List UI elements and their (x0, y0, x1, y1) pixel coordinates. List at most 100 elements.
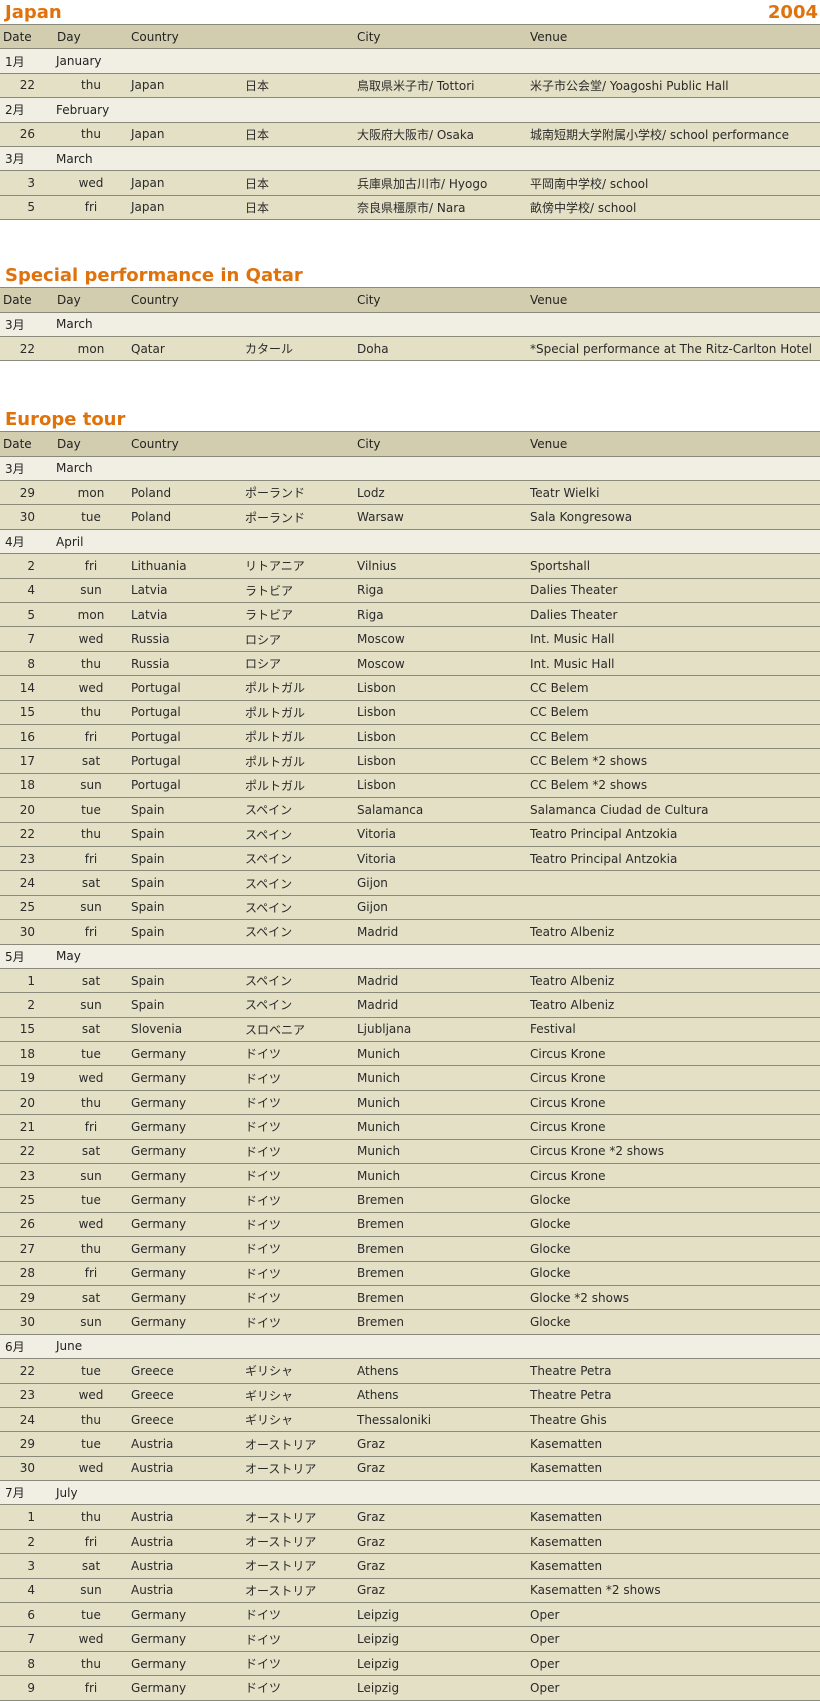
table-row: 15 sat Slovenia スロベニア Ljubljana Festival (0, 1017, 820, 1043)
country-jp-cell: ポルトガル (241, 748, 354, 774)
table-row: 29 sat Germany ドイツ Bremen Glocke *2 shows (0, 1285, 820, 1311)
header-venue: Venue (527, 23, 820, 50)
city-cell: Graz (354, 1456, 527, 1482)
country-cell: Germany (127, 1187, 241, 1213)
month-name: April (55, 529, 820, 555)
city-cell: Vitoria (354, 822, 527, 847)
header-country-jp (241, 23, 354, 50)
table-row: 29 mon Poland ポーランド Lodz Teatr Wielki (0, 480, 820, 506)
table-row: 16 fri Portugal ポルトガル Lisbon CC Belem (0, 724, 820, 750)
country-cell: Poland (127, 504, 241, 530)
country-jp-cell: スペイン (241, 870, 354, 896)
table-row: 28 fri Germany ドイツ Bremen Glocke (0, 1261, 820, 1286)
date-cell: 16 (0, 724, 55, 750)
country-jp-cell: 日本 (241, 195, 354, 221)
table-row: 18 tue Germany ドイツ Munich Circus Krone (0, 1041, 820, 1067)
venue-cell: Teatro Principal Antzokia (527, 822, 820, 847)
table-row: 5 mon Latvia ラトビア Riga Dalies Theater (0, 602, 820, 628)
country-cell: Germany (127, 1236, 241, 1262)
day-cell: wed (55, 626, 127, 652)
country-jp-cell: 日本 (241, 73, 354, 99)
city-cell: Munich (354, 1163, 527, 1189)
table-row: 8 thu Russia ロシア Moscow Int. Music Hall (0, 651, 820, 677)
date-cell: 30 (0, 919, 55, 945)
city-cell: 鳥取県米子市/ Tottori (354, 73, 527, 99)
city-cell: Riga (354, 578, 527, 604)
month-number: 3月 (0, 456, 55, 482)
city-cell: Ljubljana (354, 1017, 527, 1043)
date-cell: 2 (0, 992, 55, 1018)
day-cell: thu (55, 122, 127, 147)
country-cell: Portugal (127, 773, 241, 799)
country-cell: Austria (127, 1431, 241, 1457)
venue-cell: Glocke (527, 1236, 820, 1262)
day-cell: thu (55, 822, 127, 847)
date-cell: 23 (0, 1163, 55, 1189)
table-row: 2 sun Spain スペイン Madrid Teatro Albeniz (0, 992, 820, 1018)
day-cell: fri (55, 553, 127, 579)
month-name: March (55, 146, 820, 172)
day-cell: sat (55, 968, 127, 994)
header-country-jp (241, 431, 354, 457)
country-cell: Russia (127, 651, 241, 677)
header-country: Country (127, 431, 241, 457)
table-row: 30 tue Poland ポーランド Warsaw Sala Kongresowa (0, 504, 820, 530)
day-cell: wed (55, 1212, 127, 1238)
table-row: 6 tue Germany ドイツ Leipzig Oper (0, 1602, 820, 1628)
date-cell: 2 (0, 553, 55, 579)
date-cell: 24 (0, 1407, 55, 1433)
venue-cell: Sportshall (527, 553, 820, 579)
month-name: March (55, 456, 820, 482)
day-cell: wed (55, 1626, 127, 1652)
month-row: 3月 March (0, 146, 820, 172)
country-cell: Greece (127, 1358, 241, 1384)
month-row: 2月 February (0, 97, 820, 123)
day-cell: sun (55, 1578, 127, 1604)
day-cell: fri (55, 1261, 127, 1286)
section-header: Europe tour (0, 407, 820, 431)
country-jp-cell: ドイツ (241, 1675, 354, 1701)
date-cell: 28 (0, 1261, 55, 1286)
venue-cell: Salamanca Ciudad de Cultura (527, 797, 820, 823)
day-cell: sun (55, 1163, 127, 1189)
day-cell: sun (55, 578, 127, 604)
month-number: 3月 (0, 146, 55, 172)
day-cell: sat (55, 1017, 127, 1043)
venue-cell: Glocke *2 shows (527, 1285, 820, 1311)
date-cell: 23 (0, 846, 55, 872)
country-jp-cell: オーストリア (241, 1431, 354, 1457)
date-cell: 20 (0, 1090, 55, 1116)
country-cell: Qatar (127, 336, 241, 362)
venue-cell: Oper (527, 1626, 820, 1652)
venue-cell: Circus Krone (527, 1065, 820, 1091)
country-jp-cell: 日本 (241, 170, 354, 196)
date-cell: 7 (0, 626, 55, 652)
venue-cell: CC Belem *2 shows (527, 773, 820, 799)
country-cell: Spain (127, 992, 241, 1018)
country-jp-cell: スペイン (241, 797, 354, 823)
country-jp-cell: ロシア (241, 651, 354, 677)
venue-cell: Theatre Petra (527, 1358, 820, 1384)
table-row: 9 fri Germany ドイツ Leipzig Oper (0, 1675, 820, 1701)
table-row: 26 wed Germany ドイツ Bremen Glocke (0, 1212, 820, 1238)
country-jp-cell: 日本 (241, 122, 354, 147)
table-row: 3 wed Japan 日本 兵庫県加古川市/ Hyogo 平岡南中学校/ school (0, 170, 820, 196)
venue-cell: Circus Krone (527, 1114, 820, 1140)
venue-cell (527, 870, 820, 896)
venue-cell: Theatre Ghis (527, 1407, 820, 1433)
city-cell: Munich (354, 1114, 527, 1140)
date-cell: 23 (0, 1383, 55, 1408)
day-cell: fri (55, 1529, 127, 1555)
header-day: Day (55, 23, 127, 50)
schedule-table: Date Day Country City Venue 3月 March 22 mon Qatar… (0, 287, 820, 362)
country-jp-cell: ドイツ (241, 1139, 354, 1165)
city-cell: Lodz (354, 480, 527, 506)
date-cell: 4 (0, 578, 55, 604)
month-row: 5月 May (0, 944, 820, 969)
country-jp-cell: スペイン (241, 822, 354, 847)
day-cell: mon (55, 336, 127, 362)
venue-cell: 畝傍中学校/ school (527, 195, 820, 221)
date-cell: 14 (0, 675, 55, 701)
